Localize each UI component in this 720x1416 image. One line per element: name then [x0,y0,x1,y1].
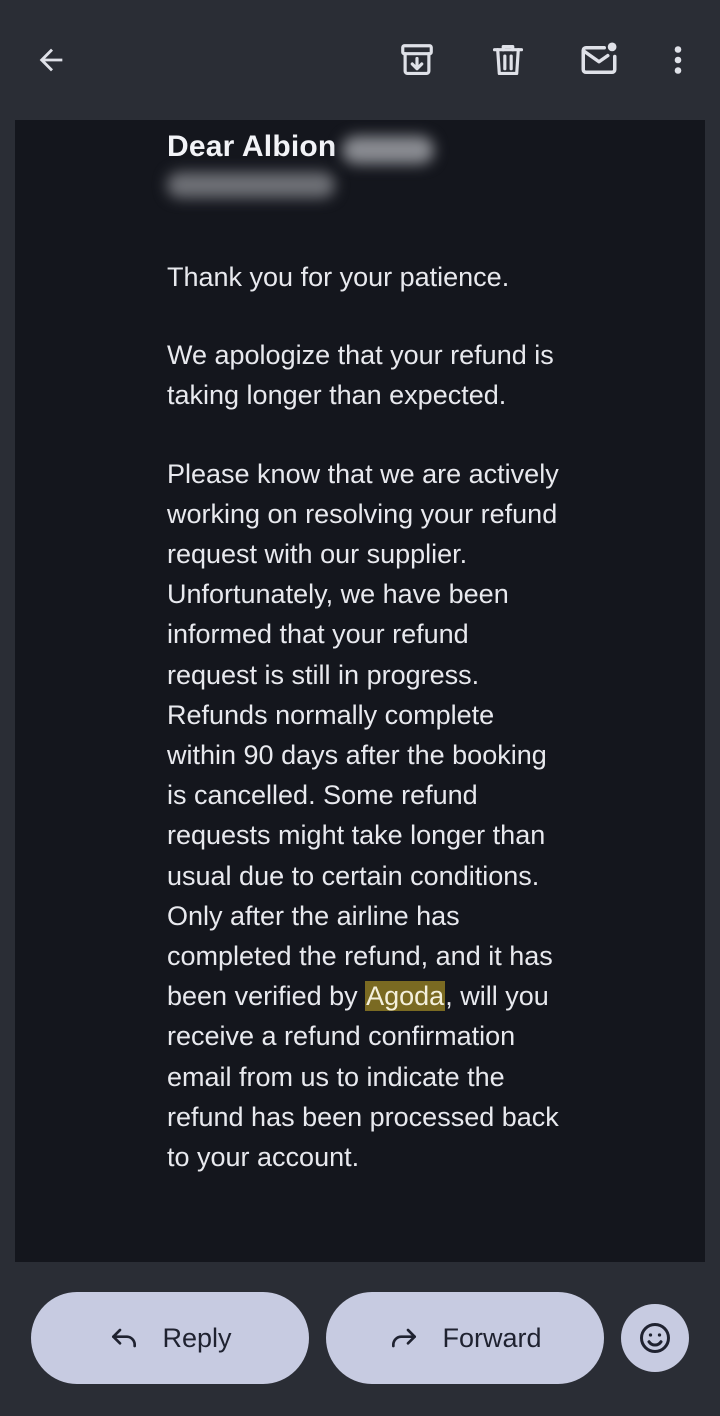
archive-icon [401,44,433,76]
archive-button[interactable] [389,32,445,88]
reply-icon [108,1322,140,1354]
forward-icon [388,1322,420,1354]
redacted-name [342,136,434,164]
paragraph-thanks: Thank you for your patience. [167,262,510,292]
forward-button[interactable]: Forward [326,1292,604,1384]
trash-icon [492,44,524,76]
refund-info-text: Refunds normally complete within 90 days… [167,699,553,1012]
paragraph-status: Please know that we are actively working… [167,458,559,690]
email-message: Thank you for your patience. We apologiz… [167,257,562,1177]
arrow-back-icon [39,48,63,72]
redacted-surname [167,172,335,198]
emoji-reaction-button[interactable] [621,1304,689,1372]
mail-unread-icon [581,42,617,74]
paragraph-refund-info: Refunds normally complete within 90 days… [167,695,562,1177]
forward-label: Forward [442,1322,542,1353]
paragraph-apology: We apologize that your refund is taking … [167,340,554,411]
email-greeting: Dear Albion [167,130,337,163]
more-options-button[interactable] [650,32,706,88]
reply-button[interactable]: Reply [31,1292,309,1384]
reply-label: Reply [162,1322,232,1353]
emoji-smile-icon [640,1323,670,1353]
back-button[interactable] [23,32,79,88]
top-app-bar [0,0,720,120]
delete-button[interactable] [480,32,536,88]
more-vert-icon [674,46,682,74]
action-bar: Reply Forward [0,1262,720,1416]
email-body: Dear Albion Thank you for your patience.… [15,120,705,1262]
highlighted-search-term: Agoda [365,981,446,1012]
mark-unread-button[interactable] [571,32,627,88]
